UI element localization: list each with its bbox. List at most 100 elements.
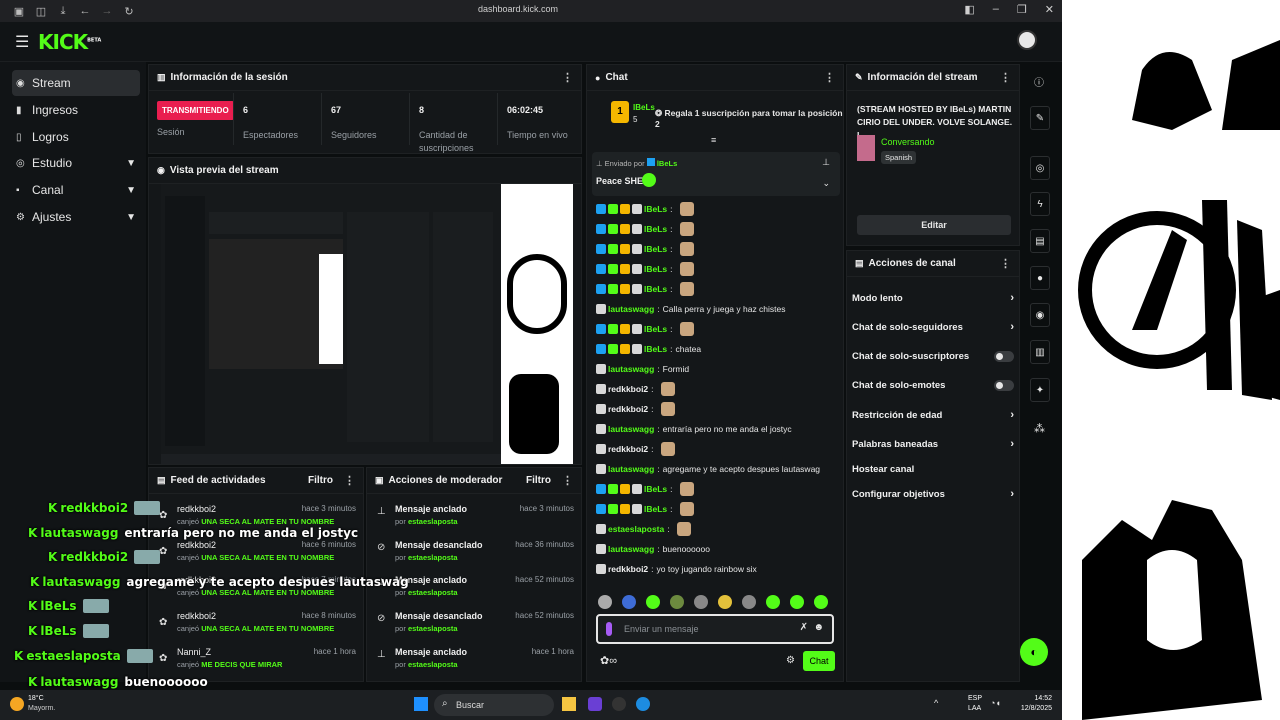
chat-username[interactable]: lBeLs xyxy=(644,284,667,294)
filter-button[interactable]: Filtro xyxy=(308,475,333,486)
windows-start-icon[interactable] xyxy=(414,697,428,711)
subs-only-toggle[interactable] xyxy=(994,350,1014,362)
emotes-only-item[interactable]: Chat de solo-emotes xyxy=(852,377,1014,393)
chevron-down-icon: ▼ xyxy=(126,157,136,169)
stream-preview-video[interactable] xyxy=(161,184,573,464)
more-icon[interactable]: ⋮ xyxy=(1000,71,1011,84)
back-icon[interactable]: ← xyxy=(74,5,96,17)
points-icon[interactable]: ✿∞ xyxy=(600,654,617,667)
chat-username[interactable]: lautaswagg xyxy=(608,544,654,554)
gear-icon[interactable]: ⚙ xyxy=(786,655,795,666)
sidebar-item-canal[interactable]: ▪ Canal ▼ xyxy=(12,177,140,203)
layout-icon[interactable]: ▥ xyxy=(1030,340,1050,364)
chat-username[interactable]: lautaswagg xyxy=(608,364,654,374)
sidebar-item-ingresos[interactable]: ▮ Ingresos xyxy=(12,97,140,123)
chat-username[interactable]: lBeLs xyxy=(644,264,667,274)
emote-icon[interactable] xyxy=(718,595,732,609)
chat-username[interactable]: redkkboi2 xyxy=(608,384,648,394)
slow-mode-item[interactable]: Modo lento › xyxy=(852,290,1014,306)
emote-icon[interactable] xyxy=(598,595,612,609)
edit-button[interactable]: Editar xyxy=(857,215,1011,235)
sidebar-item-stream[interactable]: ◉ Stream xyxy=(12,70,140,96)
chevron-down-icon[interactable]: ⌄ xyxy=(822,178,830,189)
chat-username[interactable]: redkkboi2 xyxy=(608,444,648,454)
emote-icon[interactable] xyxy=(766,595,780,609)
wrench-icon[interactable]: ✦ xyxy=(1030,378,1050,402)
edit-icon[interactable]: ✎ xyxy=(1030,106,1050,130)
more-icon[interactable]: ⋮ xyxy=(562,474,573,487)
chat-username[interactable]: lBeLs xyxy=(644,324,667,334)
chat-username[interactable]: lautaswagg xyxy=(608,424,654,434)
chat-username[interactable]: redkkboi2 xyxy=(608,404,648,414)
subs-only-item[interactable]: Chat de solo-suscriptores xyxy=(852,348,1014,364)
document-icon[interactable]: ▤ xyxy=(1030,229,1050,253)
more-icon[interactable]: ⋮ xyxy=(1000,257,1011,270)
filter-button[interactable]: Filtro xyxy=(526,475,551,486)
chat-username[interactable]: lBeLs xyxy=(644,484,667,494)
emote-icon[interactable] xyxy=(742,595,756,609)
chat-username[interactable]: lBeLs xyxy=(644,244,667,254)
reload-icon[interactable]: ↻ xyxy=(118,5,140,18)
obs-icon[interactable] xyxy=(612,697,626,711)
emoji-icon[interactable]: ☻ xyxy=(813,622,824,633)
chat-username[interactable]: lBeLs xyxy=(644,344,667,354)
kick-logo[interactable]: KICKBETA xyxy=(38,30,101,54)
emote-icon[interactable] xyxy=(790,595,804,609)
lightning-icon[interactable]: ϟ xyxy=(1030,192,1050,216)
emote-icon[interactable] xyxy=(694,595,708,609)
minimize-icon[interactable]: – xyxy=(993,3,999,16)
emote-icon[interactable] xyxy=(670,595,684,609)
followers-only-item[interactable]: Chat de solo-seguidores › xyxy=(852,319,1014,335)
emote-icon[interactable] xyxy=(646,595,660,609)
maximize-icon[interactable]: ❐ xyxy=(1017,3,1027,16)
emote-icon[interactable] xyxy=(622,595,636,609)
tab-actions-icon[interactable]: ▣ xyxy=(8,5,30,18)
support-icon[interactable]: ◐ xyxy=(1020,638,1048,666)
host-channel-item[interactable]: Hostear canal xyxy=(852,461,1014,477)
info-icon[interactable]: ⓘ xyxy=(1034,74,1044,89)
sidebar-item-logros[interactable]: ▯ Logros xyxy=(12,124,140,150)
banned-words-item[interactable]: Palabras baneadas › xyxy=(852,436,1014,452)
apps-icon[interactable]: ⁂ xyxy=(1034,422,1045,435)
goals-item[interactable]: Configurar objetivos › xyxy=(852,486,1014,502)
emotes-only-toggle[interactable] xyxy=(994,379,1014,391)
sidebar-toggle-icon[interactable]: ◫ xyxy=(30,5,52,18)
close-icon[interactable]: ✕ xyxy=(1045,3,1054,16)
target-icon[interactable]: ◎ xyxy=(1030,156,1050,180)
download-icon[interactable]: ⤓ xyxy=(52,5,74,18)
split-view-icon[interactable]: ◧ xyxy=(964,3,974,16)
chat-username[interactable]: lautaswagg xyxy=(608,304,654,314)
pin-icon[interactable]: ⊥ xyxy=(822,157,830,168)
gift-sub-prompt[interactable]: ❂ Regala 1 suscripción para tomar la pos… xyxy=(655,108,843,129)
folder-icon[interactable] xyxy=(562,697,576,711)
taskbar-search[interactable]: ⌕ Buscar xyxy=(434,694,554,716)
chat-username[interactable]: lBeLs xyxy=(644,504,667,514)
age-restriction-item[interactable]: Restricción de edad › xyxy=(852,407,1014,423)
forward-icon[interactable]: → xyxy=(96,5,118,17)
menu-icon[interactable]: ☰ xyxy=(15,32,29,52)
broadcast-icon[interactable]: ◉ xyxy=(1030,303,1050,327)
app-icon[interactable] xyxy=(588,697,602,711)
chat-username[interactable]: lautaswagg xyxy=(608,464,654,474)
emote-icon[interactable] xyxy=(814,595,828,609)
sidebar-item-estudio[interactable]: ◎ Estudio ▼ xyxy=(12,150,140,176)
wifi-icon[interactable]: ◔◖ xyxy=(990,698,1001,708)
chat-input[interactable]: Enviar un mensaje ✗ ☻ xyxy=(596,614,834,644)
chat-username[interactable]: redkkboi2 xyxy=(608,564,648,574)
chat-username[interactable]: lBeLs xyxy=(644,224,667,234)
more-icon[interactable]: ⋮ xyxy=(824,71,835,84)
chat-username[interactable]: estaeslaposta xyxy=(608,524,664,534)
chevron-up-icon[interactable]: ^ xyxy=(934,698,938,708)
chat-username[interactable]: lBeLs xyxy=(644,204,667,214)
edge-icon[interactable] xyxy=(636,697,650,711)
avatar[interactable] xyxy=(1017,30,1037,50)
address-bar[interactable]: dashboard.kick.com xyxy=(478,4,558,14)
chat-bubble-icon[interactable]: ● xyxy=(1030,266,1050,290)
collapse-icon[interactable]: ≡ xyxy=(711,135,716,145)
more-icon[interactable]: ⋮ xyxy=(344,474,355,487)
overlay-username: lautaswagg xyxy=(40,526,119,540)
more-icon[interactable]: ⋮ xyxy=(562,71,573,84)
translate-icon[interactable]: ✗ xyxy=(800,622,808,633)
sidebar-item-ajustes[interactable]: ⚙ Ajustes ▼ xyxy=(12,204,140,230)
send-chat-button[interactable]: Chat xyxy=(803,651,835,671)
